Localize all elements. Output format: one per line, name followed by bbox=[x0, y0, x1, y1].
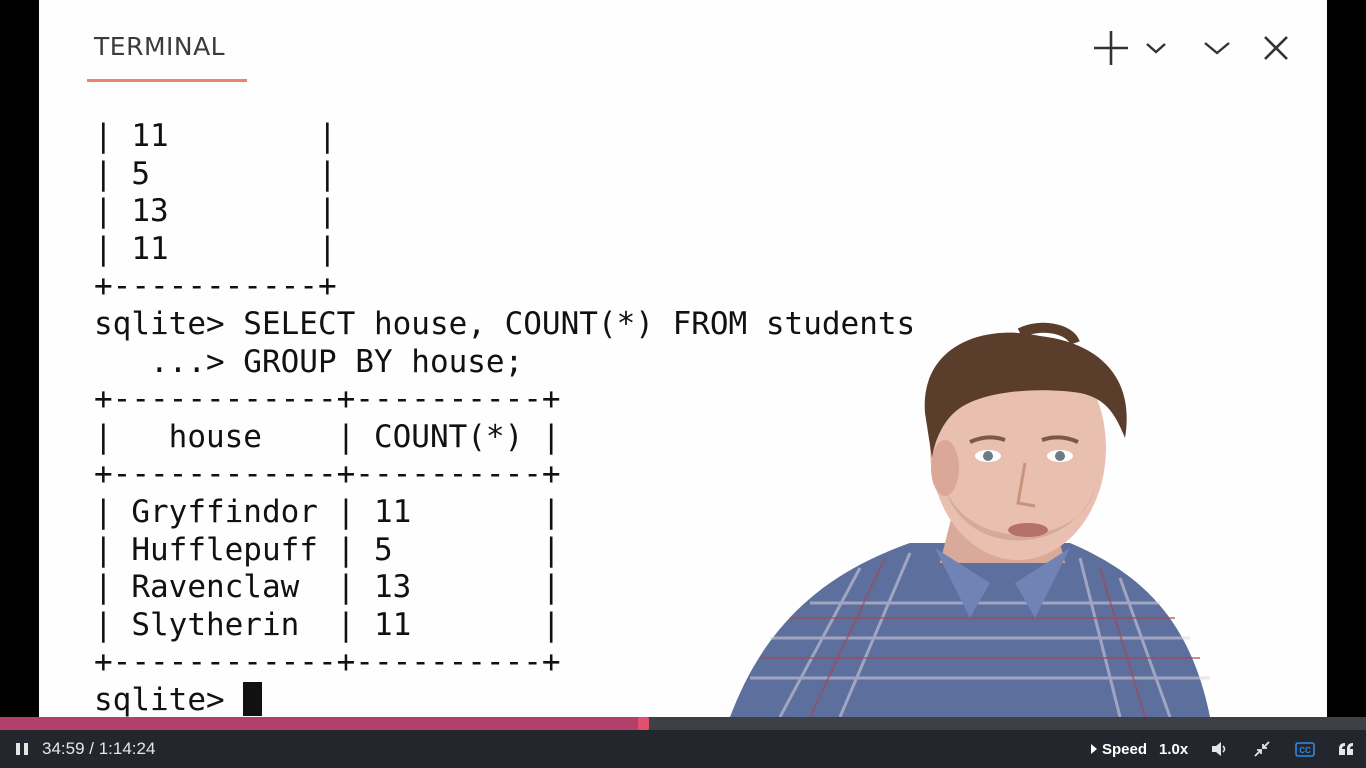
new-terminal-icon[interactable] bbox=[1090, 28, 1132, 68]
svg-text:CC: CC bbox=[1299, 746, 1311, 755]
terminal-line: | 5 | bbox=[94, 155, 337, 192]
progress-bar[interactable] bbox=[0, 717, 1366, 730]
close-icon[interactable] bbox=[1260, 28, 1292, 68]
new-terminal-menu-chevron-down-icon[interactable] bbox=[1142, 28, 1170, 68]
terminal-cursor bbox=[243, 681, 263, 716]
captions-icon[interactable]: CC bbox=[1294, 730, 1316, 768]
terminal-line: | house | COUNT(*) | bbox=[94, 418, 561, 455]
terminal-line: | 13 | bbox=[94, 193, 337, 230]
terminal-line: +------------+----------+ bbox=[94, 644, 561, 681]
terminal-line: | 11 | bbox=[94, 230, 337, 267]
terminal-line: | Hufflepuff | 5 | bbox=[94, 531, 561, 568]
player-controls: 34:59 / 1:14:24 Speed 1.0x CC bbox=[0, 730, 1366, 768]
speed-control[interactable]: Speed 1.0x bbox=[1090, 730, 1188, 768]
triangle-right-icon bbox=[1091, 744, 1097, 754]
presenter-image bbox=[730, 322, 1210, 717]
exit-fullscreen-icon[interactable] bbox=[1252, 730, 1272, 768]
speed-label: Speed bbox=[1102, 740, 1148, 758]
terminal-line: | Gryffindor | 11 | bbox=[94, 493, 561, 530]
terminal-line: ...> GROUP BY house; bbox=[94, 343, 524, 380]
progress-fill bbox=[0, 717, 643, 730]
terminal-line: +------------+----------+ bbox=[94, 381, 561, 418]
collapse-panel-chevron-down-icon[interactable] bbox=[1200, 28, 1234, 68]
video-frame[interactable]: TERMINAL | 11 | | 5 | | 13 | | 11 | +---… bbox=[0, 0, 1366, 717]
terminal-prompt: sqlite> bbox=[94, 681, 244, 717]
quote-icon[interactable] bbox=[1336, 730, 1356, 768]
speed-value: 1.0x bbox=[1159, 740, 1189, 758]
terminal-line: | 11 | bbox=[94, 118, 337, 154]
progress-handle[interactable] bbox=[638, 717, 650, 730]
terminal-line: +-----------+ bbox=[94, 268, 337, 305]
volume-icon[interactable] bbox=[1210, 730, 1230, 768]
tab-terminal[interactable]: TERMINAL bbox=[94, 32, 225, 61]
pause-icon[interactable] bbox=[12, 730, 32, 768]
terminal-line: | Slytherin | 11 | bbox=[94, 606, 561, 643]
time-display: 34:59 / 1:14:24 bbox=[42, 739, 156, 758]
tab-active-indicator bbox=[87, 79, 247, 82]
terminal-line: | Ravenclaw | 13 | bbox=[94, 569, 561, 606]
terminal-line: +------------+----------+ bbox=[94, 456, 561, 493]
